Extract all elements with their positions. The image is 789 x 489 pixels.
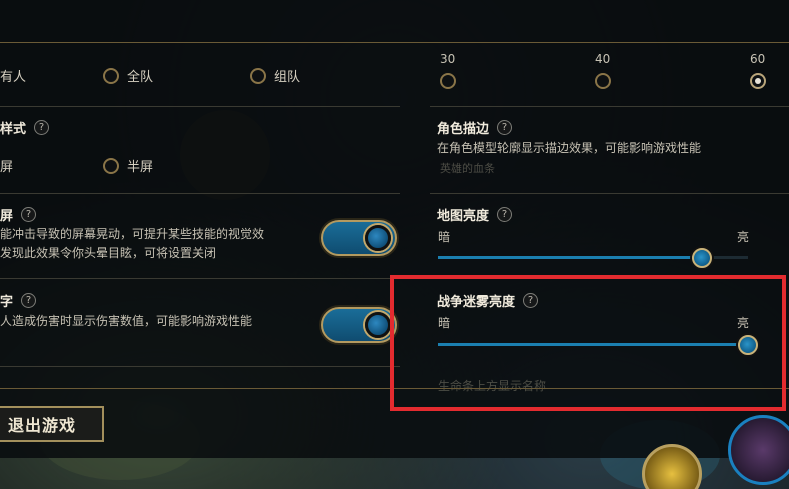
outline-faded-text: 英雄的血条 bbox=[440, 162, 495, 175]
fps-radio-60[interactable] bbox=[750, 73, 766, 89]
fps-radio-40[interactable] bbox=[595, 73, 611, 89]
outline-title-text: 角色描边 bbox=[437, 122, 490, 137]
outline-title: 角色描边 ? bbox=[437, 118, 513, 137]
screen-shake-title-text: 屏 bbox=[0, 209, 14, 224]
radio-icon[interactable] bbox=[250, 67, 266, 84]
hud-option-1-label: 屏 bbox=[0, 160, 14, 175]
party-option-3[interactable]: 组队 bbox=[250, 66, 300, 85]
left-separator-1 bbox=[0, 106, 400, 107]
hud-option-2[interactable]: 半屏 bbox=[103, 156, 153, 175]
party-option-2[interactable]: 全队 bbox=[103, 66, 153, 85]
help-icon[interactable]: ? bbox=[21, 207, 37, 222]
fps-radio-30[interactable] bbox=[440, 73, 456, 89]
help-icon[interactable]: ? bbox=[21, 293, 37, 308]
ultimate-icon bbox=[728, 415, 789, 485]
screen-shake-title: 屏 ? bbox=[0, 205, 37, 224]
left-separator-4 bbox=[0, 366, 400, 367]
left-separator-2 bbox=[0, 193, 400, 194]
map-brightness-min: 暗 bbox=[438, 230, 451, 244]
screen-shake-toggle[interactable] bbox=[321, 220, 397, 256]
toggle-knob bbox=[365, 312, 391, 338]
outline-desc: 在角色模型轮廓显示描边效果，可能影响游戏性能 bbox=[437, 141, 702, 155]
help-icon[interactable]: ? bbox=[34, 120, 50, 135]
exit-game-button[interactable]: 退出游戏 bbox=[0, 406, 104, 442]
highlight-box bbox=[390, 275, 786, 411]
damage-numbers-toggle[interactable] bbox=[321, 307, 397, 343]
screen-shake-desc-line1: 能冲击导致的屏幕晃动，可提升某些技能的视觉效 bbox=[0, 227, 265, 241]
radio-icon[interactable] bbox=[103, 67, 119, 84]
left-separator-3 bbox=[0, 278, 400, 279]
selected-dot bbox=[755, 78, 761, 84]
screen-shake-desc-line2: 发现此效果令你头晕目眩，可将设置关闭 bbox=[0, 246, 217, 260]
map-brightness-slider-thumb[interactable] bbox=[691, 248, 712, 268]
radio-icon[interactable] bbox=[103, 157, 119, 174]
hud-style-title: 样式 ? bbox=[0, 118, 50, 137]
help-icon[interactable]: ? bbox=[497, 120, 513, 135]
map-brightness-slider-fill bbox=[438, 256, 702, 259]
damage-numbers-desc: 人造成伤害时显示伤害数值，可能影响游戏性能 bbox=[0, 314, 253, 328]
map-brightness-title: 地图亮度 ? bbox=[437, 205, 513, 224]
right-separator-1 bbox=[430, 106, 789, 107]
toggle-knob bbox=[365, 225, 391, 251]
party-option-1-label: 有人 bbox=[0, 70, 27, 85]
right-separator-2 bbox=[430, 193, 789, 194]
fps-tick-40: 40 bbox=[595, 52, 611, 66]
panel-top-divider bbox=[0, 42, 789, 43]
map-brightness-title-text: 地图亮度 bbox=[437, 209, 490, 224]
party-option-3-label: 组队 bbox=[274, 70, 301, 85]
fps-tick-30: 30 bbox=[440, 52, 456, 66]
hud-option-2-label: 半屏 bbox=[127, 160, 154, 175]
help-icon[interactable]: ? bbox=[497, 207, 513, 222]
screen-shake-desc: 能冲击导致的屏幕晃动，可提升某些技能的视觉效 发现此效果令你头晕目眩，可将设置关… bbox=[0, 225, 305, 263]
damage-numbers-title: 字 ? bbox=[0, 291, 37, 310]
hud-style-title-text: 样式 bbox=[0, 122, 27, 137]
party-option-2-label: 全队 bbox=[127, 70, 154, 85]
map-brightness-max: 亮 bbox=[737, 230, 750, 244]
fps-tick-60: 60 bbox=[750, 52, 766, 66]
damage-numbers-title-text: 字 bbox=[0, 295, 14, 310]
hud-option-1[interactable]: 屏 bbox=[0, 156, 13, 175]
party-option-1[interactable]: 有人 bbox=[0, 66, 26, 85]
